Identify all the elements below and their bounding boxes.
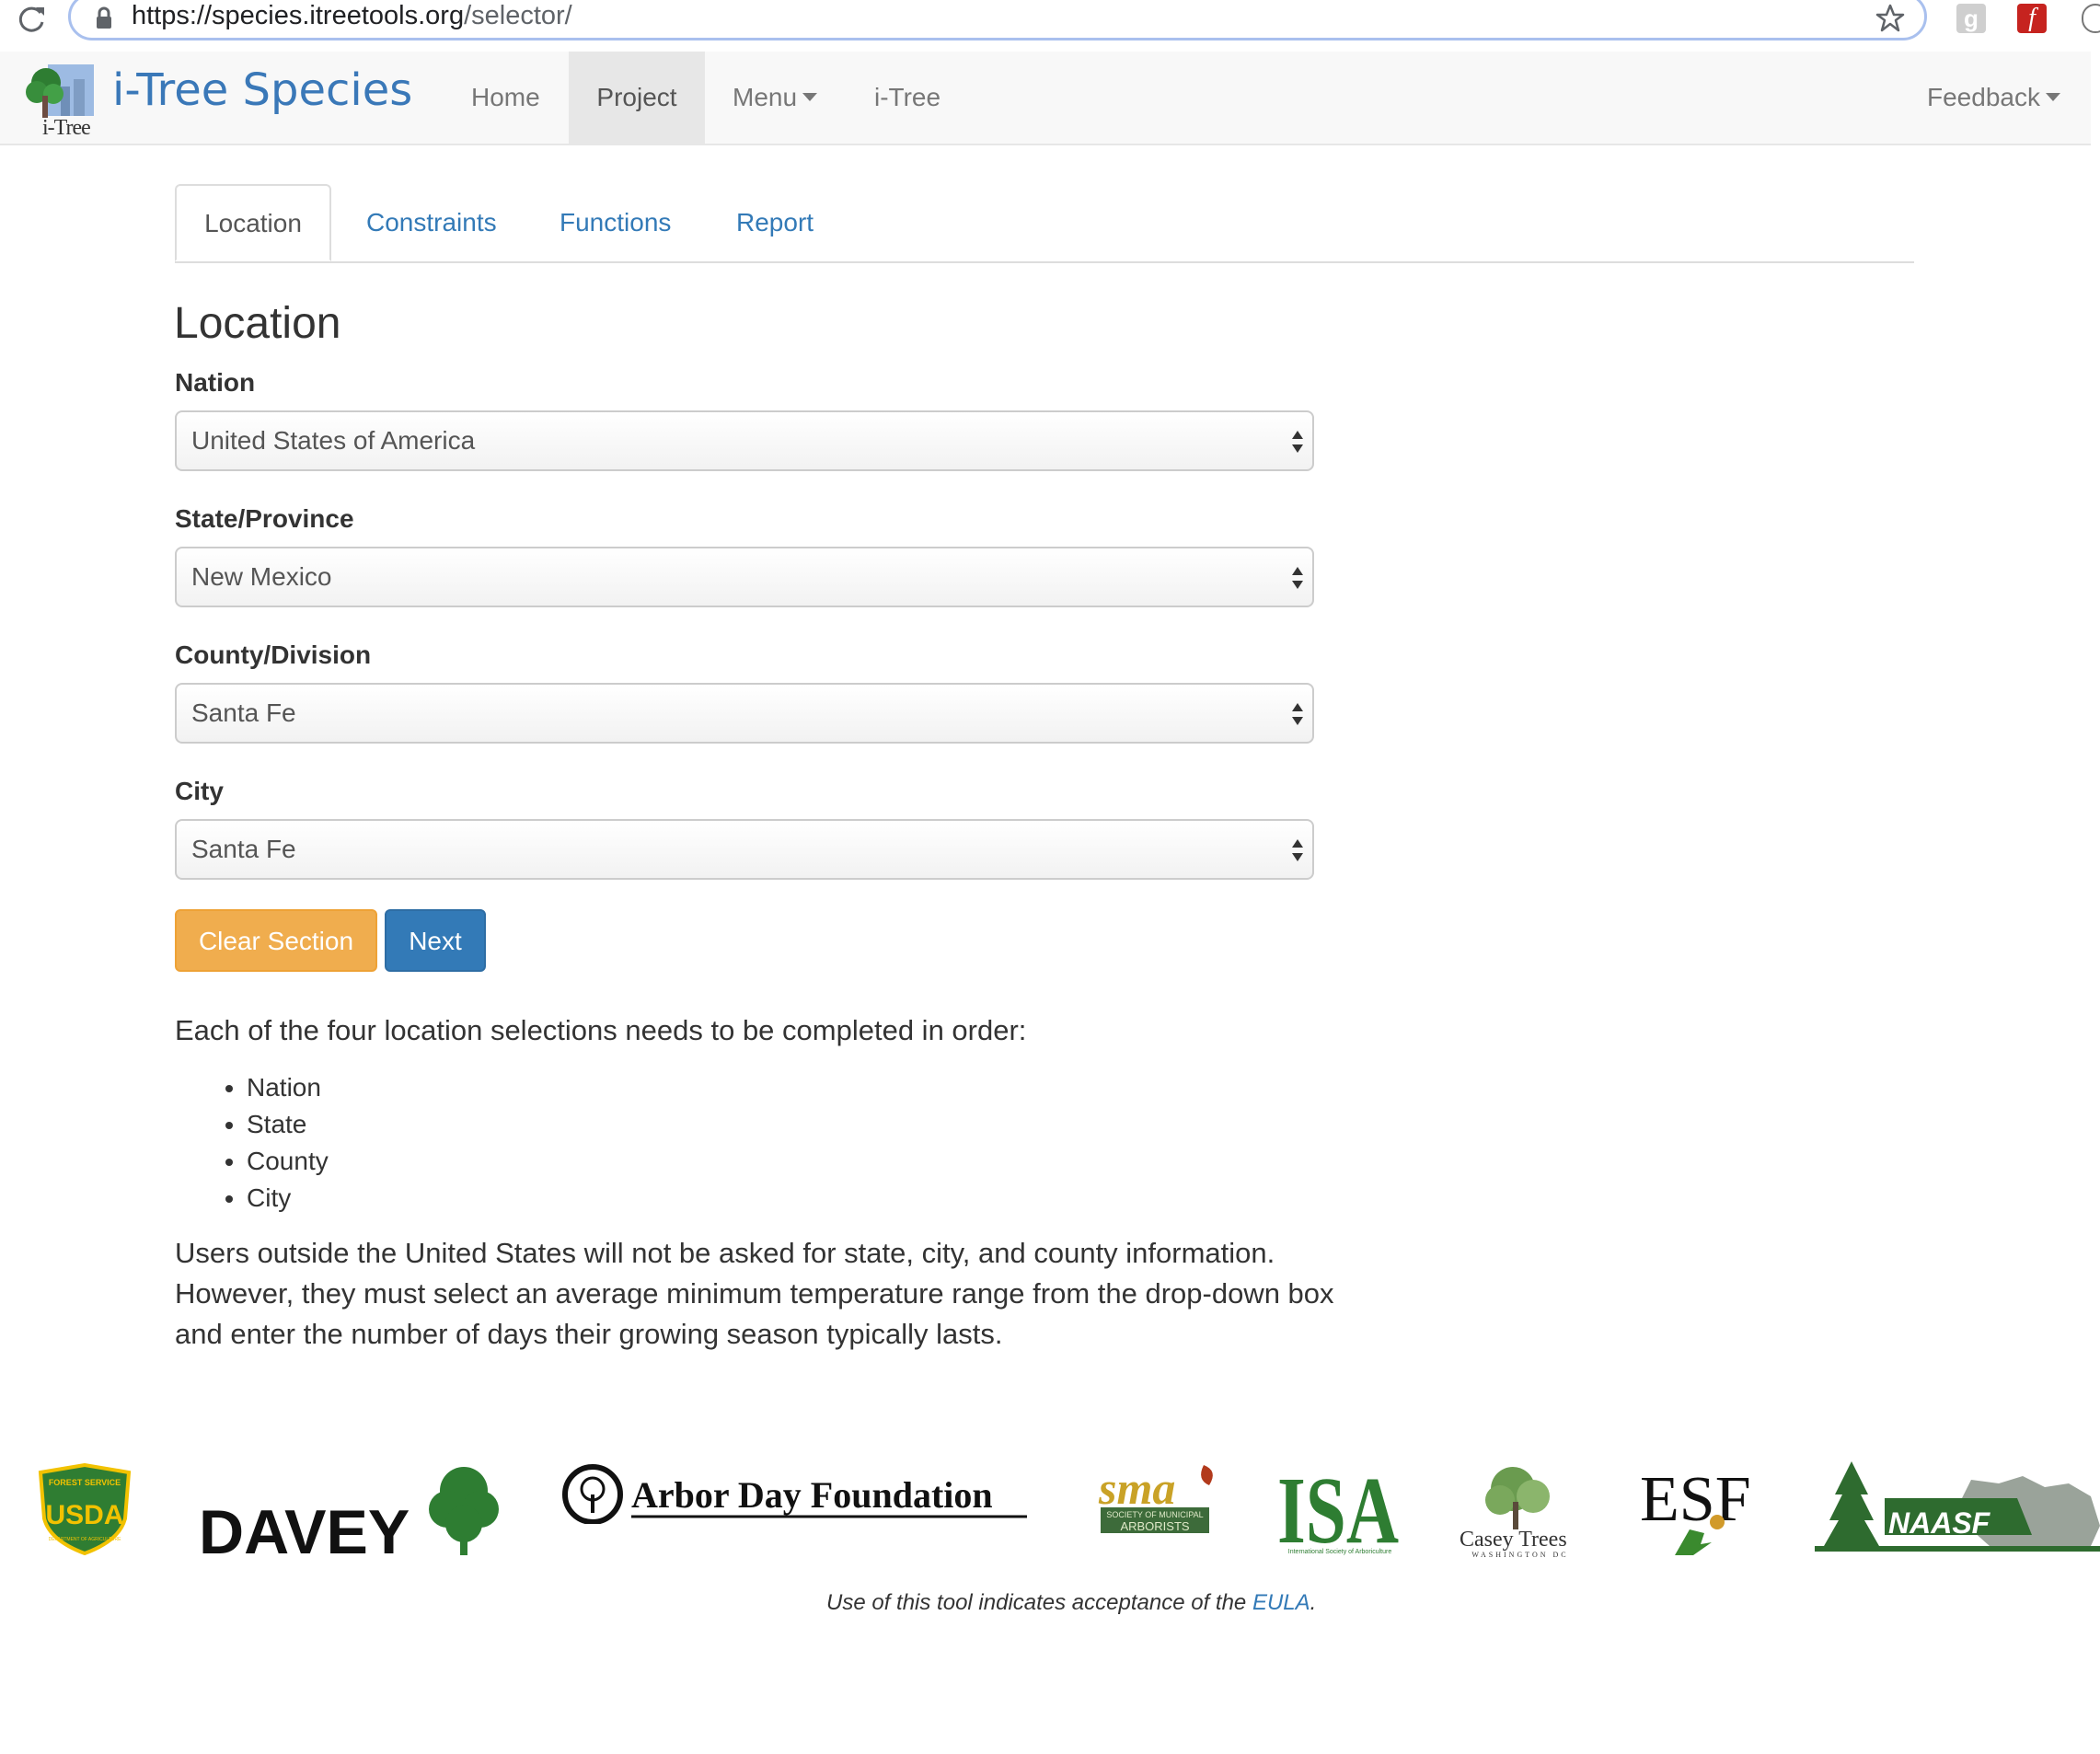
eula-suffix: . (1310, 1590, 1317, 1615)
arbor-day-text: Arbor Day Foundation (631, 1474, 993, 1516)
chevron-down-icon (2045, 93, 2060, 102)
davey-logo[interactable]: DAVEY (199, 1463, 512, 1561)
isa-text: ISA (1277, 1461, 1399, 1557)
sma-sub2-text: ARBORISTS (1120, 1519, 1189, 1533)
url-path: /selector/ (464, 1, 572, 30)
address-bar[interactable]: https://species.itreetools.org/selector/ (68, 0, 1927, 40)
nav-feedback[interactable]: Feedback (1927, 52, 2060, 144)
list-item: State (247, 1106, 329, 1143)
tab-location[interactable]: Location (175, 184, 331, 261)
navbar: i-Tree i-Tree Species Home Project Menu … (0, 52, 2091, 145)
bookmark-star-icon[interactable] (1875, 3, 1906, 34)
eula-notice: Use of this tool indicates acceptance of… (826, 1590, 1316, 1616)
forest-service-bottom-text: DEPARTMENT OF AGRICULTURE (49, 1537, 121, 1542)
select-arrows-icon (1292, 703, 1303, 725)
naasf-text: NAASF (1888, 1506, 1991, 1540)
help-intro: Each of the four location selections nee… (175, 1014, 1027, 1046)
isa-sub-text: International Society of Arboriculture (1288, 1549, 1392, 1555)
city-label: City (175, 777, 224, 805)
nav-menu[interactable]: Menu (733, 52, 818, 144)
forest-service-top-text: FOREST SERVICE (49, 1478, 121, 1487)
tab-report[interactable]: Report (736, 184, 813, 260)
section-title: Location (174, 299, 341, 348)
state-label: State/Province (175, 504, 354, 533)
eula-link[interactable]: EULA (1252, 1590, 1310, 1615)
casey-sub-text: WASHINGTON DC (1471, 1551, 1568, 1559)
isa-logo[interactable]: ISA International Society of Arboricultu… (1277, 1461, 1402, 1557)
casey-trees-logo[interactable]: Casey Trees WASHINGTON DC (1456, 1461, 1587, 1559)
casey-text: Casey Trees (1460, 1528, 1567, 1552)
nation-select[interactable]: United States of America (175, 410, 1314, 471)
state-select-value: New Mexico (191, 562, 332, 591)
lock-icon (97, 6, 111, 29)
city-select[interactable]: Santa Fe (175, 819, 1314, 880)
help-steps-list: Nation State County City (175, 1069, 329, 1217)
nation-label: Nation (175, 368, 256, 397)
city-select-value: Santa Fe (191, 835, 296, 863)
esf-text: ESF (1640, 1464, 1751, 1535)
chevron-down-icon (802, 93, 818, 102)
browser-bar: https://species.itreetools.org/selector/… (0, 0, 2100, 52)
arbor-day-foundation-logo[interactable]: Arbor Day Foundation (560, 1463, 1034, 1524)
list-item: Nation (247, 1069, 329, 1106)
nation-select-value: United States of America (191, 426, 476, 455)
next-button[interactable]: Next (385, 909, 486, 972)
tab-constraints[interactable]: Constraints (366, 184, 497, 260)
eula-prefix: Use of this tool indicates acceptance of… (826, 1590, 1252, 1615)
county-select[interactable]: Santa Fe (175, 683, 1314, 744)
sma-text: sma (1098, 1462, 1175, 1514)
url-host: https://species.itreetools.org (132, 1, 465, 30)
select-arrows-icon (1292, 567, 1303, 589)
forest-service-mark-text: USDA (45, 1500, 123, 1530)
sma-sub1-text: SOCIETY OF MUNICIPAL (1106, 1510, 1203, 1519)
list-item: County (247, 1143, 329, 1180)
state-select[interactable]: New Mexico (175, 547, 1314, 607)
sma-logo[interactable]: sma SOCIETY OF MUNICIPAL ARBORISTS (1095, 1461, 1226, 1535)
davey-text: DAVEY (199, 1497, 410, 1561)
list-item: City (247, 1180, 329, 1217)
forest-service-logo[interactable]: FOREST SERVICE USDA DEPARTMENT OF AGRICU… (33, 1463, 136, 1555)
naasf-logo[interactable]: NAASF (1815, 1461, 2100, 1557)
section-tabs: Location Constraints Functions Report (175, 184, 1914, 263)
esf-logo[interactable]: ESF (1638, 1460, 1760, 1557)
help-paragraph: Users outside the United States will not… (175, 1237, 1334, 1350)
url-text: https://species.itreetools.org/selector/ (132, 1, 572, 31)
nav-feedback-label: Feedback (1927, 83, 2040, 111)
select-arrows-icon (1292, 431, 1303, 453)
clear-section-button[interactable]: Clear Section (175, 909, 377, 972)
grammarly-extension-icon[interactable]: g (1956, 4, 1986, 33)
nav-home[interactable]: Home (471, 52, 540, 144)
brand-name[interactable]: i-Tree Species (112, 64, 412, 116)
county-label: County/Division (175, 640, 372, 669)
brand-logo-text: i-Tree (42, 116, 91, 140)
nav-menu-label: Menu (733, 83, 798, 111)
select-arrows-icon (1292, 839, 1303, 861)
reload-icon[interactable] (13, 2, 50, 39)
tab-functions[interactable]: Functions (560, 184, 671, 260)
nav-itree[interactable]: i-Tree (874, 52, 940, 144)
flash-extension-icon[interactable]: f (2017, 4, 2047, 33)
nav-project[interactable]: Project (569, 52, 705, 144)
profile-icon[interactable] (2082, 4, 2100, 33)
county-select-value: Santa Fe (191, 698, 296, 727)
